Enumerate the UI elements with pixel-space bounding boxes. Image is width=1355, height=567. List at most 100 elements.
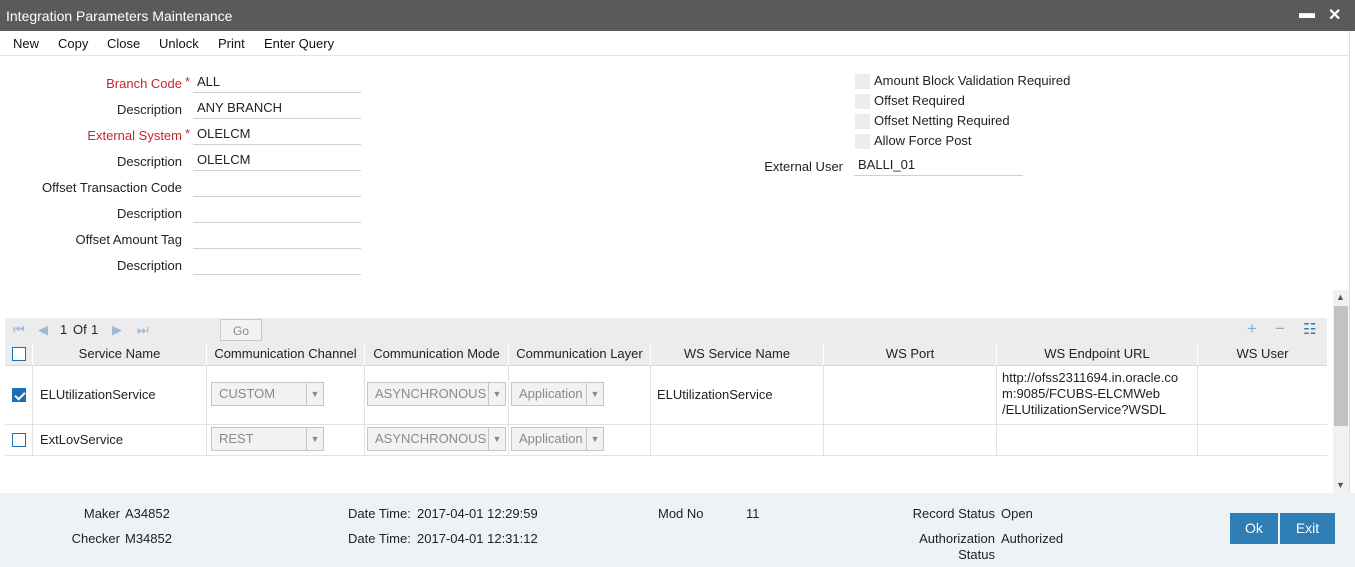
add-row-icon[interactable]: + [1247, 319, 1257, 339]
service-name: ExtLovService [40, 432, 124, 447]
menu-print[interactable]: Print [218, 36, 245, 51]
offset-transaction-code-field[interactable] [193, 177, 361, 197]
external-system-field[interactable]: OLELCM [193, 125, 361, 145]
external-system-label: External System [87, 128, 182, 143]
scroll-down-icon[interactable]: ▼ [1336, 480, 1345, 490]
description-label: Description [116, 102, 182, 117]
offset-required-label: Offset Required [874, 93, 965, 108]
chevron-down-icon: ▼ [586, 428, 603, 450]
scrollbar-thumb[interactable] [1334, 306, 1348, 426]
external-user-label: External User [764, 159, 843, 174]
allow-force-post-checkbox[interactable] [855, 134, 870, 149]
menu-copy[interactable]: Copy [58, 36, 88, 51]
checker-datetime-label: Date Time: [348, 531, 411, 546]
ws-service-name: ELUtilizationService [657, 387, 773, 402]
table-header: Service Name Communication Channel Commu… [5, 343, 1327, 366]
communication-mode-select[interactable]: ASYNCHRONOUS ▼ [367, 382, 506, 406]
branch-code-field[interactable]: ALL [193, 73, 361, 93]
mod-no-value: 11 [746, 506, 760, 521]
mod-no-label: Mod No [658, 506, 704, 521]
offset-amount-description-field[interactable] [193, 255, 361, 275]
maker-datetime-label: Date Time: [348, 506, 411, 521]
delete-row-icon[interactable]: − [1275, 319, 1285, 339]
communication-channel-select[interactable]: REST ▼ [211, 427, 324, 451]
description-label: Description [116, 154, 182, 169]
ws-user[interactable] [1198, 425, 1327, 455]
record-status-value: Open [1001, 506, 1033, 521]
column-header-service-name[interactable]: Service Name [33, 343, 207, 365]
amount-block-validation-checkbox[interactable] [855, 74, 870, 89]
title-bar: Integration Parameters Maintenance ▬ ✕ [0, 0, 1355, 31]
allow-force-post-label: Allow Force Post [874, 133, 972, 148]
column-header-ws-user[interactable]: WS User [1198, 343, 1327, 365]
column-header-communication-channel[interactable]: Communication Channel [207, 343, 365, 365]
offset-netting-required-checkbox[interactable] [855, 114, 870, 129]
ws-port[interactable] [824, 425, 997, 455]
first-page-icon[interactable]: ⏮ [13, 322, 25, 338]
required-mark: * [185, 74, 191, 89]
description-label: Description [116, 258, 182, 273]
offset-amount-tag-label: Offset Amount Tag [75, 232, 182, 247]
menu-close[interactable]: Close [107, 36, 140, 51]
go-button[interactable]: Go [220, 319, 262, 341]
ws-port[interactable] [824, 365, 997, 424]
offset-transaction-description-field[interactable] [193, 203, 361, 223]
menu-unlock[interactable]: Unlock [159, 36, 199, 51]
communication-mode-select[interactable]: ASYNCHRONOUS ▼ [367, 427, 506, 451]
next-page-icon[interactable]: ▶ [112, 322, 122, 338]
column-header-ws-service-name[interactable]: WS Service Name [651, 343, 824, 365]
authorization-status-label: Authorization Status [919, 531, 995, 562]
window-title: Integration Parameters Maintenance [6, 8, 233, 24]
menu-enter-query[interactable]: Enter Query [264, 36, 334, 51]
minimize-icon[interactable]: ▬ [1299, 5, 1315, 23]
offset-netting-required-label: Offset Netting Required [874, 113, 1010, 128]
checker-label: Checker [71, 531, 120, 546]
row-select-checkbox[interactable] [12, 433, 26, 447]
offset-required-checkbox[interactable] [855, 94, 870, 109]
current-page: 1 [60, 322, 68, 337]
description-label: Description [116, 206, 182, 221]
menu-new[interactable]: New [13, 36, 39, 51]
column-header-ws-port[interactable]: WS Port [824, 343, 997, 365]
vertical-scrollbar[interactable]: ▲ ▼ [1333, 290, 1349, 493]
ok-button[interactable]: Ok [1230, 513, 1278, 544]
close-icon[interactable]: ✕ [1328, 5, 1341, 25]
checker-value: M34852 [125, 531, 172, 546]
external-user-field[interactable]: BALLI_01 [854, 156, 1023, 176]
offset-amount-tag-field[interactable] [193, 229, 361, 249]
previous-page-icon[interactable]: ◀ [38, 322, 48, 338]
columns-icon[interactable]: ☷ [1303, 320, 1316, 338]
maker-datetime: 2017-04-01 12:29:59 [417, 506, 538, 521]
last-page-icon[interactable]: ⏭ [137, 322, 149, 338]
communication-layer-select[interactable]: Application ▼ [511, 382, 604, 406]
communication-layer-select[interactable]: Application ▼ [511, 427, 604, 451]
column-header-communication-layer[interactable]: Communication Layer [509, 343, 651, 365]
window-edge [1349, 31, 1355, 567]
branch-description-field[interactable]: ANY BRANCH [193, 99, 361, 119]
scroll-up-icon[interactable]: ▲ [1336, 292, 1345, 302]
column-header-communication-mode[interactable]: Communication Mode [365, 343, 509, 365]
grid-pager: ⏮ ◀ 1 Of 1 ▶ ⏭ Go + − ☷ [5, 318, 1327, 343]
chevron-down-icon: ▼ [306, 383, 323, 405]
communication-channel-select[interactable]: CUSTOM ▼ [211, 382, 324, 406]
chevron-down-icon: ▼ [488, 383, 505, 405]
authorization-status-value: Authorized [1001, 531, 1064, 546]
table-row[interactable]: ExtLovService REST ▼ ASYNCHRONOUS ▼ Appl… [5, 425, 1327, 456]
record-status-label: Record Status [912, 506, 995, 521]
table-row[interactable]: ELUtilizationService CUSTOM ▼ ASYNCHRONO… [5, 365, 1327, 425]
external-system-description-field[interactable]: OLELCM [193, 151, 361, 171]
select-all-checkbox[interactable] [12, 347, 26, 361]
required-mark: * [185, 126, 191, 141]
maker-value: A34852 [125, 506, 170, 521]
ws-service-name[interactable] [651, 425, 824, 455]
maker-label: Maker [83, 506, 120, 521]
ws-endpoint-url[interactable] [997, 425, 1198, 455]
branch-code-label: Branch Code [106, 76, 182, 91]
offset-transaction-code-label: Offset Transaction Code [42, 180, 182, 195]
ws-user[interactable] [1198, 365, 1327, 424]
exit-button[interactable]: Exit [1280, 513, 1335, 544]
audit-footer: Maker A34852 Checker M34852 Date Time: 2… [0, 493, 1355, 567]
page-of-label: Of [73, 322, 87, 337]
column-header-ws-endpoint-url[interactable]: WS Endpoint URL [997, 343, 1198, 365]
row-select-checkbox[interactable] [12, 388, 26, 402]
